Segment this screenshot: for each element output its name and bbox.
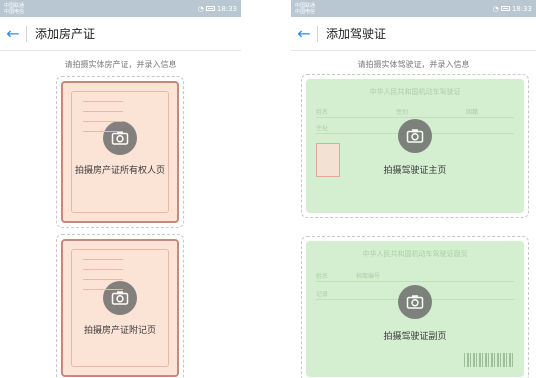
license-bg-field: 档案编号 (356, 274, 381, 280)
status-bar: 中国联通 中国电信 ◔ 18:33 (291, 0, 536, 17)
deed-owner-page-preview: 拍摄房产证所有权人页 (61, 81, 179, 223)
license-main-page-label: 拍摄驾驶证主页 (383, 165, 447, 175)
battery-icon (500, 6, 510, 11)
carrier-2: 中国电信 (295, 8, 316, 15)
page-title: 添加驾驶证 (326, 27, 387, 41)
license-secondary-page-label: 拍摄驾驶证副页 (383, 331, 447, 341)
license-secondary-page-card[interactable]: 中华人民共和国机动车驾驶证副页 姓名 档案编号 记录 拍摄驾驶证副页 (301, 236, 529, 378)
status-time: 18:33 (511, 4, 532, 13)
divider (317, 25, 318, 42)
divider (26, 25, 27, 42)
status-icons: ◔ 18:33 (198, 5, 237, 13)
license-bg-field: 姓名 (316, 274, 329, 280)
back-arrow-icon[interactable]: ← (291, 17, 317, 51)
deed-notes-page-card[interactable]: 拍摄房产证附记页 (56, 234, 184, 378)
carrier-info: 中国联通 中国电信 (4, 3, 24, 15)
app-bar: ← 添加房产证 (0, 17, 241, 51)
camera-icon (398, 119, 432, 153)
wifi-icon: ◔ (492, 4, 499, 13)
license-bg-field: 性别 (396, 110, 409, 116)
screen-driver-license: 中国联通 中国电信 ◔ 18:33 ← 添加驾驶证 请拍摄实体驾驶证，并录入信息… (291, 0, 536, 378)
carrier-2: 中国电信 (4, 8, 25, 15)
license-bg-field: 记录 (316, 292, 329, 298)
license-bg-line (316, 117, 514, 118)
license-bg-line (316, 281, 514, 282)
barcode (464, 353, 514, 367)
status-bar: 中国联通 中国电信 ◔ 18:33 (0, 0, 241, 17)
license-bg-field: 住址 (316, 126, 329, 132)
instruction-text: 请拍摄实体驾驶证，并录入信息 (357, 60, 470, 69)
license-secondary-page-preview: 中华人民共和国机动车驾驶证副页 姓名 档案编号 记录 拍摄驾驶证副页 (306, 241, 524, 377)
license-bg-title: 中华人民共和国机动车驾驶证副页 (362, 251, 468, 258)
license-main-page-preview: 中华人民共和国机动车驾驶证 姓名 性别 国籍 住址 拍摄驾驶证主页 (306, 79, 524, 213)
license-bg-title: 中华人民共和国机动车驾驶证 (369, 89, 461, 96)
status-icons: ◔ 18:33 (493, 5, 532, 13)
deed-owner-page-label: 拍摄房产证所有权人页 (74, 165, 165, 175)
deed-notes-page-label: 拍摄房产证附记页 (83, 325, 156, 335)
back-arrow-icon[interactable]: ← (0, 17, 26, 51)
page-title: 添加房产证 (35, 27, 96, 41)
instruction-text: 请拍摄实体房产证，并录入信息 (64, 60, 177, 69)
carrier-info: 中国联通 中国电信 (295, 3, 315, 15)
camera-icon (103, 281, 137, 315)
deed-notes-page-preview: 拍摄房产证附记页 (61, 239, 179, 377)
wifi-icon: ◔ (197, 4, 204, 13)
license-main-page-card[interactable]: 中华人民共和国机动车驾驶证 姓名 性别 国籍 住址 拍摄驾驶证主页 (301, 74, 529, 218)
deed-owner-page-card[interactable]: 拍摄房产证所有权人页 (56, 76, 184, 228)
status-time: 18:33 (216, 4, 237, 13)
license-bg-field: 国籍 (466, 110, 479, 116)
battery-icon (205, 6, 215, 11)
camera-icon (398, 285, 432, 319)
app-bar: ← 添加驾驶证 (291, 17, 536, 51)
camera-icon (103, 121, 137, 155)
license-bg-field: 姓名 (316, 110, 329, 116)
screen-house-deed: 中国联通 中国电信 ◔ 18:33 ← 添加房产证 请拍摄实体房产证，并录入信息… (0, 0, 241, 378)
